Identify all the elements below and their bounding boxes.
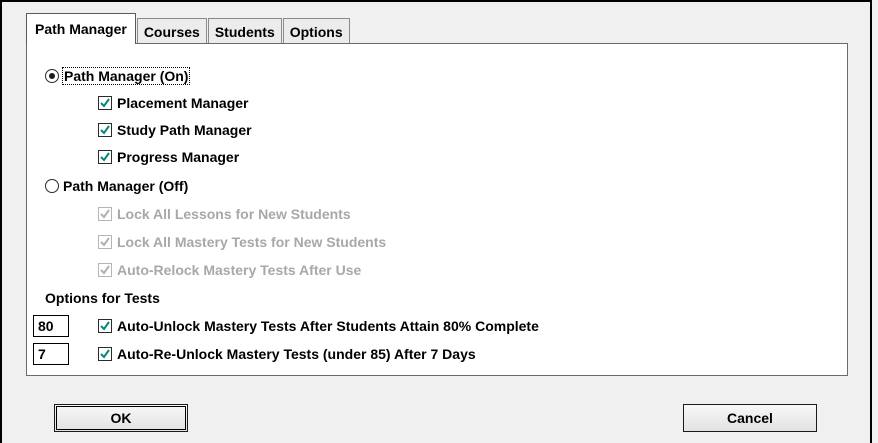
- lock-all-lessons-checkbox[interactable]: Lock All Lessons for New Students: [98, 204, 351, 224]
- auto-unlock-label: Auto-Unlock Mastery Tests After Students…: [117, 318, 539, 334]
- tab-courses[interactable]: Courses: [136, 18, 207, 44]
- placement-manager-checkbox[interactable]: Placement Manager: [98, 93, 249, 113]
- options-for-tests-heading: Options for Tests: [45, 290, 160, 306]
- checkbox-checked-icon[interactable]: [98, 347, 112, 361]
- checkbox-checked-disabled-icon[interactable]: [98, 207, 112, 221]
- ok-button[interactable]: OK: [54, 404, 188, 432]
- checkbox-checked-disabled-icon[interactable]: [98, 263, 112, 277]
- path-manager-off-radio[interactable]: Path Manager (Off): [45, 176, 188, 196]
- auto-relock-label: Auto-Relock Mastery Tests After Use: [117, 262, 362, 278]
- tab-path-manager[interactable]: Path Manager: [26, 13, 136, 44]
- progress-manager-checkbox[interactable]: Progress Manager: [98, 147, 239, 167]
- attain-percent-input[interactable]: 80: [33, 315, 69, 337]
- placement-manager-label: Placement Manager: [117, 95, 249, 111]
- radio-selected-icon[interactable]: [45, 69, 59, 83]
- study-path-manager-checkbox[interactable]: Study Path Manager: [98, 120, 252, 140]
- radio-unselected-icon[interactable]: [45, 179, 59, 193]
- path-manager-off-label: Path Manager (Off): [63, 178, 189, 194]
- checkbox-checked-icon[interactable]: [98, 96, 112, 110]
- auto-re-unlock-checkbox[interactable]: Auto-Re-Unlock Mastery Tests (under 85) …: [98, 344, 476, 364]
- checkbox-checked-icon[interactable]: [98, 319, 112, 333]
- window-frame-right: [870, 0, 872, 443]
- lock-all-mastery-tests-checkbox[interactable]: Lock All Mastery Tests for New Students: [98, 232, 386, 252]
- window-frame-left: [0, 0, 2, 443]
- window-frame-top: [0, 0, 872, 2]
- checkbox-checked-icon[interactable]: [98, 123, 112, 137]
- auto-relock-checkbox[interactable]: Auto-Relock Mastery Tests After Use: [98, 260, 361, 280]
- tab-bar: Path Manager Courses Students Options: [26, 12, 351, 44]
- checkbox-checked-icon[interactable]: [98, 150, 112, 164]
- auto-re-unlock-label: Auto-Re-Unlock Mastery Tests (under 85) …: [117, 346, 476, 362]
- path-manager-panel: Path Manager (On) Placement Manager Stud…: [26, 43, 848, 376]
- cancel-button[interactable]: Cancel: [683, 404, 817, 432]
- lock-all-mastery-tests-label: Lock All Mastery Tests for New Students: [117, 234, 387, 250]
- path-manager-on-radio[interactable]: Path Manager (On): [45, 66, 191, 86]
- tab-students[interactable]: Students: [207, 18, 282, 44]
- path-manager-on-label: Path Manager (On): [61, 67, 191, 85]
- checkbox-checked-disabled-icon[interactable]: [98, 235, 112, 249]
- progress-manager-label: Progress Manager: [117, 149, 240, 165]
- tab-options[interactable]: Options: [282, 18, 350, 44]
- lock-all-lessons-label: Lock All Lessons for New Students: [117, 206, 351, 222]
- days-input[interactable]: 7: [33, 343, 69, 365]
- auto-unlock-checkbox[interactable]: Auto-Unlock Mastery Tests After Students…: [98, 316, 539, 336]
- study-path-manager-label: Study Path Manager: [117, 122, 252, 138]
